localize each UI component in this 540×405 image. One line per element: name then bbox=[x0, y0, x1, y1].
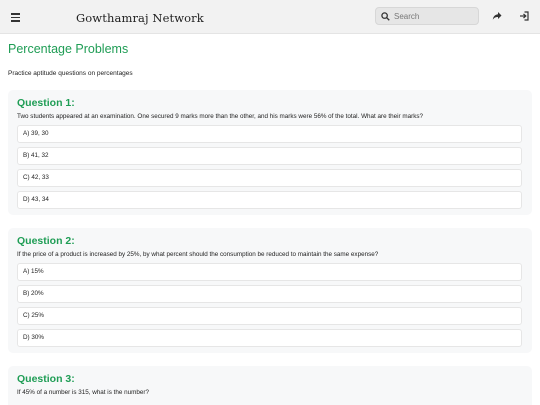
login-button[interactable] bbox=[514, 6, 534, 26]
question-text: Two students appeared at an examination.… bbox=[17, 113, 424, 120]
search-input[interactable] bbox=[394, 11, 474, 21]
option-c[interactable]: C) 25% bbox=[17, 307, 522, 325]
share-button[interactable] bbox=[487, 6, 507, 26]
search-icon bbox=[381, 11, 390, 21]
login-icon bbox=[520, 11, 529, 21]
page-intro: Practice aptitude questions on percentag… bbox=[8, 70, 133, 77]
question-text: If 45% of a number is 315, what is the n… bbox=[17, 389, 149, 396]
question-title: Question 2: bbox=[17, 235, 75, 247]
option-a[interactable]: A) 39, 30 bbox=[17, 125, 522, 143]
option-d[interactable]: D) 30% bbox=[17, 329, 522, 347]
share-icon bbox=[492, 12, 502, 20]
option-a[interactable]: A) 15% bbox=[17, 263, 522, 281]
question-text: If the price of a product is increased b… bbox=[17, 251, 379, 258]
option-c[interactable]: C) 42, 33 bbox=[17, 169, 522, 187]
option-d[interactable]: D) 43, 34 bbox=[17, 191, 522, 209]
page-title: Percentage Problems bbox=[8, 42, 129, 56]
option-b[interactable]: B) 20% bbox=[17, 285, 522, 303]
search-box[interactable] bbox=[375, 7, 479, 25]
question-card-3: Question 3: If 45% of a number is 315, w… bbox=[8, 366, 532, 405]
question-card-2: Question 2: If the price of a product is… bbox=[8, 228, 532, 353]
site-title[interactable]: Gowthamraj Network bbox=[76, 11, 204, 25]
question-title: Question 3: bbox=[17, 373, 75, 385]
question-card-1: Question 1: Two students appeared at an … bbox=[8, 90, 532, 215]
option-b[interactable]: B) 41, 32 bbox=[17, 147, 522, 165]
question-title: Question 1: bbox=[17, 97, 75, 109]
menu-icon[interactable] bbox=[9, 10, 25, 24]
top-bar: Gowthamraj Network bbox=[0, 0, 540, 34]
